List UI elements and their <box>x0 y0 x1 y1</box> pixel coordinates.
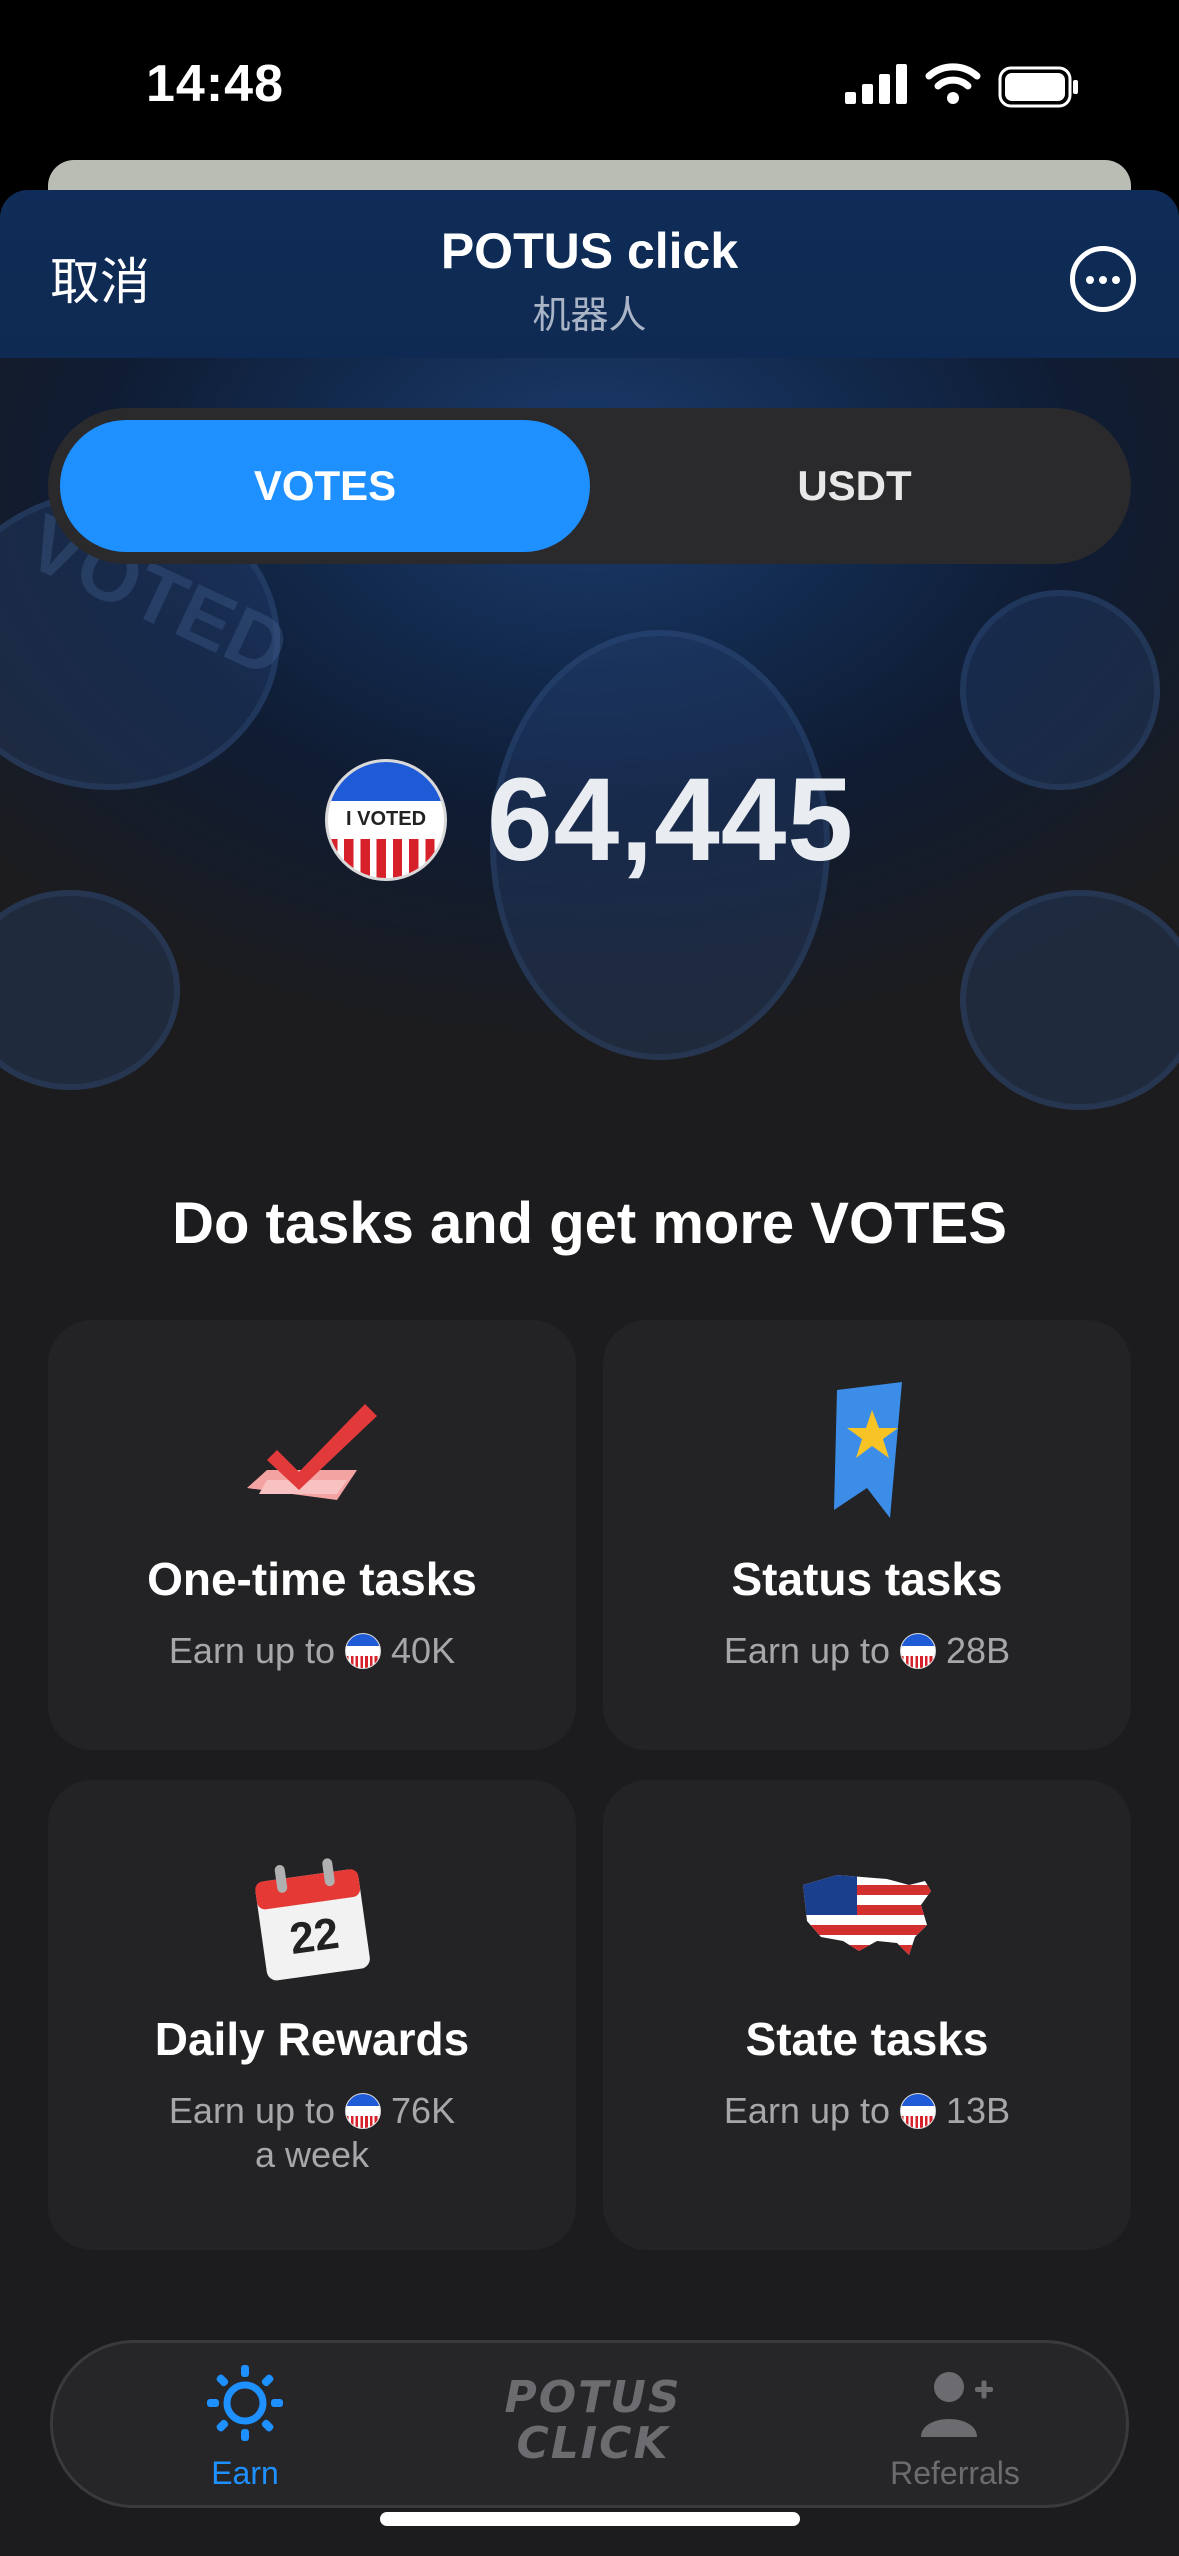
balance-value: 64,445 <box>487 754 854 886</box>
nav-referrals[interactable]: Referrals <box>845 2363 1065 2493</box>
status-time: 14:48 <box>146 55 284 113</box>
cellular-signal-icon <box>845 64 907 104</box>
home-indicator[interactable] <box>380 2512 800 2526</box>
app-subtitle: 机器人 <box>532 295 647 337</box>
currency-toggle: VOTES USDT <box>48 408 1131 564</box>
status-bar: 14:48 <box>0 0 1179 170</box>
one-time-tasks-card[interactable]: One-time tasks Earn up to 40K <box>48 1320 576 1750</box>
card-title: Daily Rewards <box>154 2013 470 2065</box>
earn-amount: 28B <box>946 1630 1011 1671</box>
nav-earn-label: Earn <box>211 2455 279 2491</box>
nav-referrals-label: Referrals <box>890 2455 1020 2491</box>
card-title: Status tasks <box>731 1553 1003 1605</box>
star-bookmark-icon <box>834 1382 902 1518</box>
bottom-nav: Earn POTUS CLICK Referrals <box>50 2340 1129 2508</box>
battery-icon <box>998 66 1078 108</box>
earn-amount: 40K <box>391 1630 456 1671</box>
more-options-icon[interactable] <box>1070 246 1136 312</box>
tab-votes[interactable]: VOTES <box>60 420 590 552</box>
i-voted-sticker-icon <box>345 2093 382 2129</box>
i-voted-sticker-icon <box>900 1633 937 1669</box>
earn-amount: 13B <box>946 2090 1011 2131</box>
calendar-icon: 22 <box>255 1858 370 1981</box>
potus-click-logo: POTUS CLICK <box>504 2372 682 2469</box>
votes-balance: I VOTED 64,445 <box>0 750 1179 890</box>
add-user-icon <box>921 2372 993 2437</box>
nav-earn[interactable]: Earn <box>135 2363 355 2493</box>
card-earn: Earn up to 40K <box>168 1630 456 1671</box>
svg-text:22: 22 <box>287 1909 342 1964</box>
earn-sun-icon <box>207 2365 283 2441</box>
usa-map-icon <box>803 1875 931 1955</box>
wifi-icon <box>925 63 981 104</box>
card-earn: Earn up to 28B <box>723 1630 1011 1671</box>
i-voted-sticker-icon <box>345 1633 382 1669</box>
checkmark-icon <box>247 1404 377 1500</box>
i-voted-sticker-icon: I VOTED <box>325 759 448 881</box>
background-sticker <box>960 890 1179 1110</box>
status-tasks-card[interactable]: Status tasks Earn up to 28B <box>603 1320 1131 1750</box>
earn-amount: 76K <box>391 2090 456 2131</box>
daily-rewards-card[interactable]: 22 Daily Rewards Earn up to 76K a week <box>48 1780 576 2250</box>
tasks-heading: Do tasks and get more VOTES <box>172 1191 1007 1256</box>
app-navbar: 取消 POTUS click 机器人 <box>0 190 1179 358</box>
card-title: One-time tasks <box>147 1553 477 1605</box>
tab-usdt[interactable]: USDT <box>590 420 1119 552</box>
earn-period: a week <box>254 2134 370 2175</box>
card-earn: Earn up to 76K <box>168 2090 456 2131</box>
state-tasks-card[interactable]: State tasks Earn up to 13B <box>603 1780 1131 2250</box>
card-earn: Earn up to 13B <box>723 2090 1011 2131</box>
background-sticker <box>0 890 180 1090</box>
mini-app-sheet: VOTED 取消 POTUS click 机器人 VOTES USDT I VO… <box>0 190 1179 2556</box>
app-title: POTUS click <box>440 223 739 279</box>
i-voted-sticker-icon <box>900 2093 937 2129</box>
card-title: State tasks <box>745 2013 989 2065</box>
